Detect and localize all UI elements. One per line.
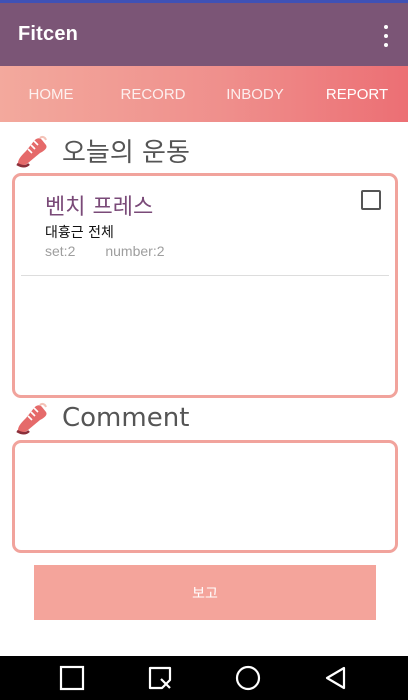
tab-report[interactable]: REPORT (306, 66, 408, 122)
divider (21, 275, 389, 276)
back-triangle-icon (325, 666, 346, 690)
screenshot-button[interactable] (140, 658, 180, 698)
workout-section-title: 오늘의 운동 (62, 138, 190, 168)
back-button[interactable] (316, 658, 356, 698)
screenshot-icon (148, 666, 172, 690)
home-circle-icon (235, 665, 261, 691)
tab-home[interactable]: HOME (0, 66, 102, 122)
exercise-meta: set:2 number:2 (45, 243, 165, 259)
comment-input[interactable] (12, 440, 398, 553)
report-button[interactable]: 보고 (34, 565, 376, 620)
tab-record[interactable]: RECORD (102, 66, 204, 122)
exercise-name: 벤치 프레스 (45, 195, 154, 220)
square-icon (59, 665, 85, 691)
rep-count: number:2 (105, 243, 165, 259)
comment-section-header: Comment (14, 400, 189, 436)
comment-section-title: Comment (62, 403, 190, 433)
running-shoe-icon (16, 135, 47, 167)
tab-bar: HOME RECORD INBODY REPORT (0, 66, 408, 122)
recents-button[interactable] (52, 658, 92, 698)
overflow-menu-icon[interactable] (378, 25, 394, 47)
system-nav-bar (0, 656, 408, 700)
tab-inbody[interactable]: INBODY (204, 66, 306, 122)
exercise-category: 대흉근 전체 (45, 225, 114, 241)
set-count: set:2 (45, 243, 76, 259)
running-shoe-icon (16, 402, 47, 435)
workout-section-header: 오늘의 운동 (14, 132, 190, 169)
app-title: Fitcen (18, 23, 79, 45)
app-bar: Fitcen (0, 3, 408, 66)
exercise-checkbox[interactable] (361, 190, 381, 210)
home-button[interactable] (228, 658, 268, 698)
workout-card: 벤치 프레스 대흉근 전체 set:2 number:2 (12, 173, 398, 398)
